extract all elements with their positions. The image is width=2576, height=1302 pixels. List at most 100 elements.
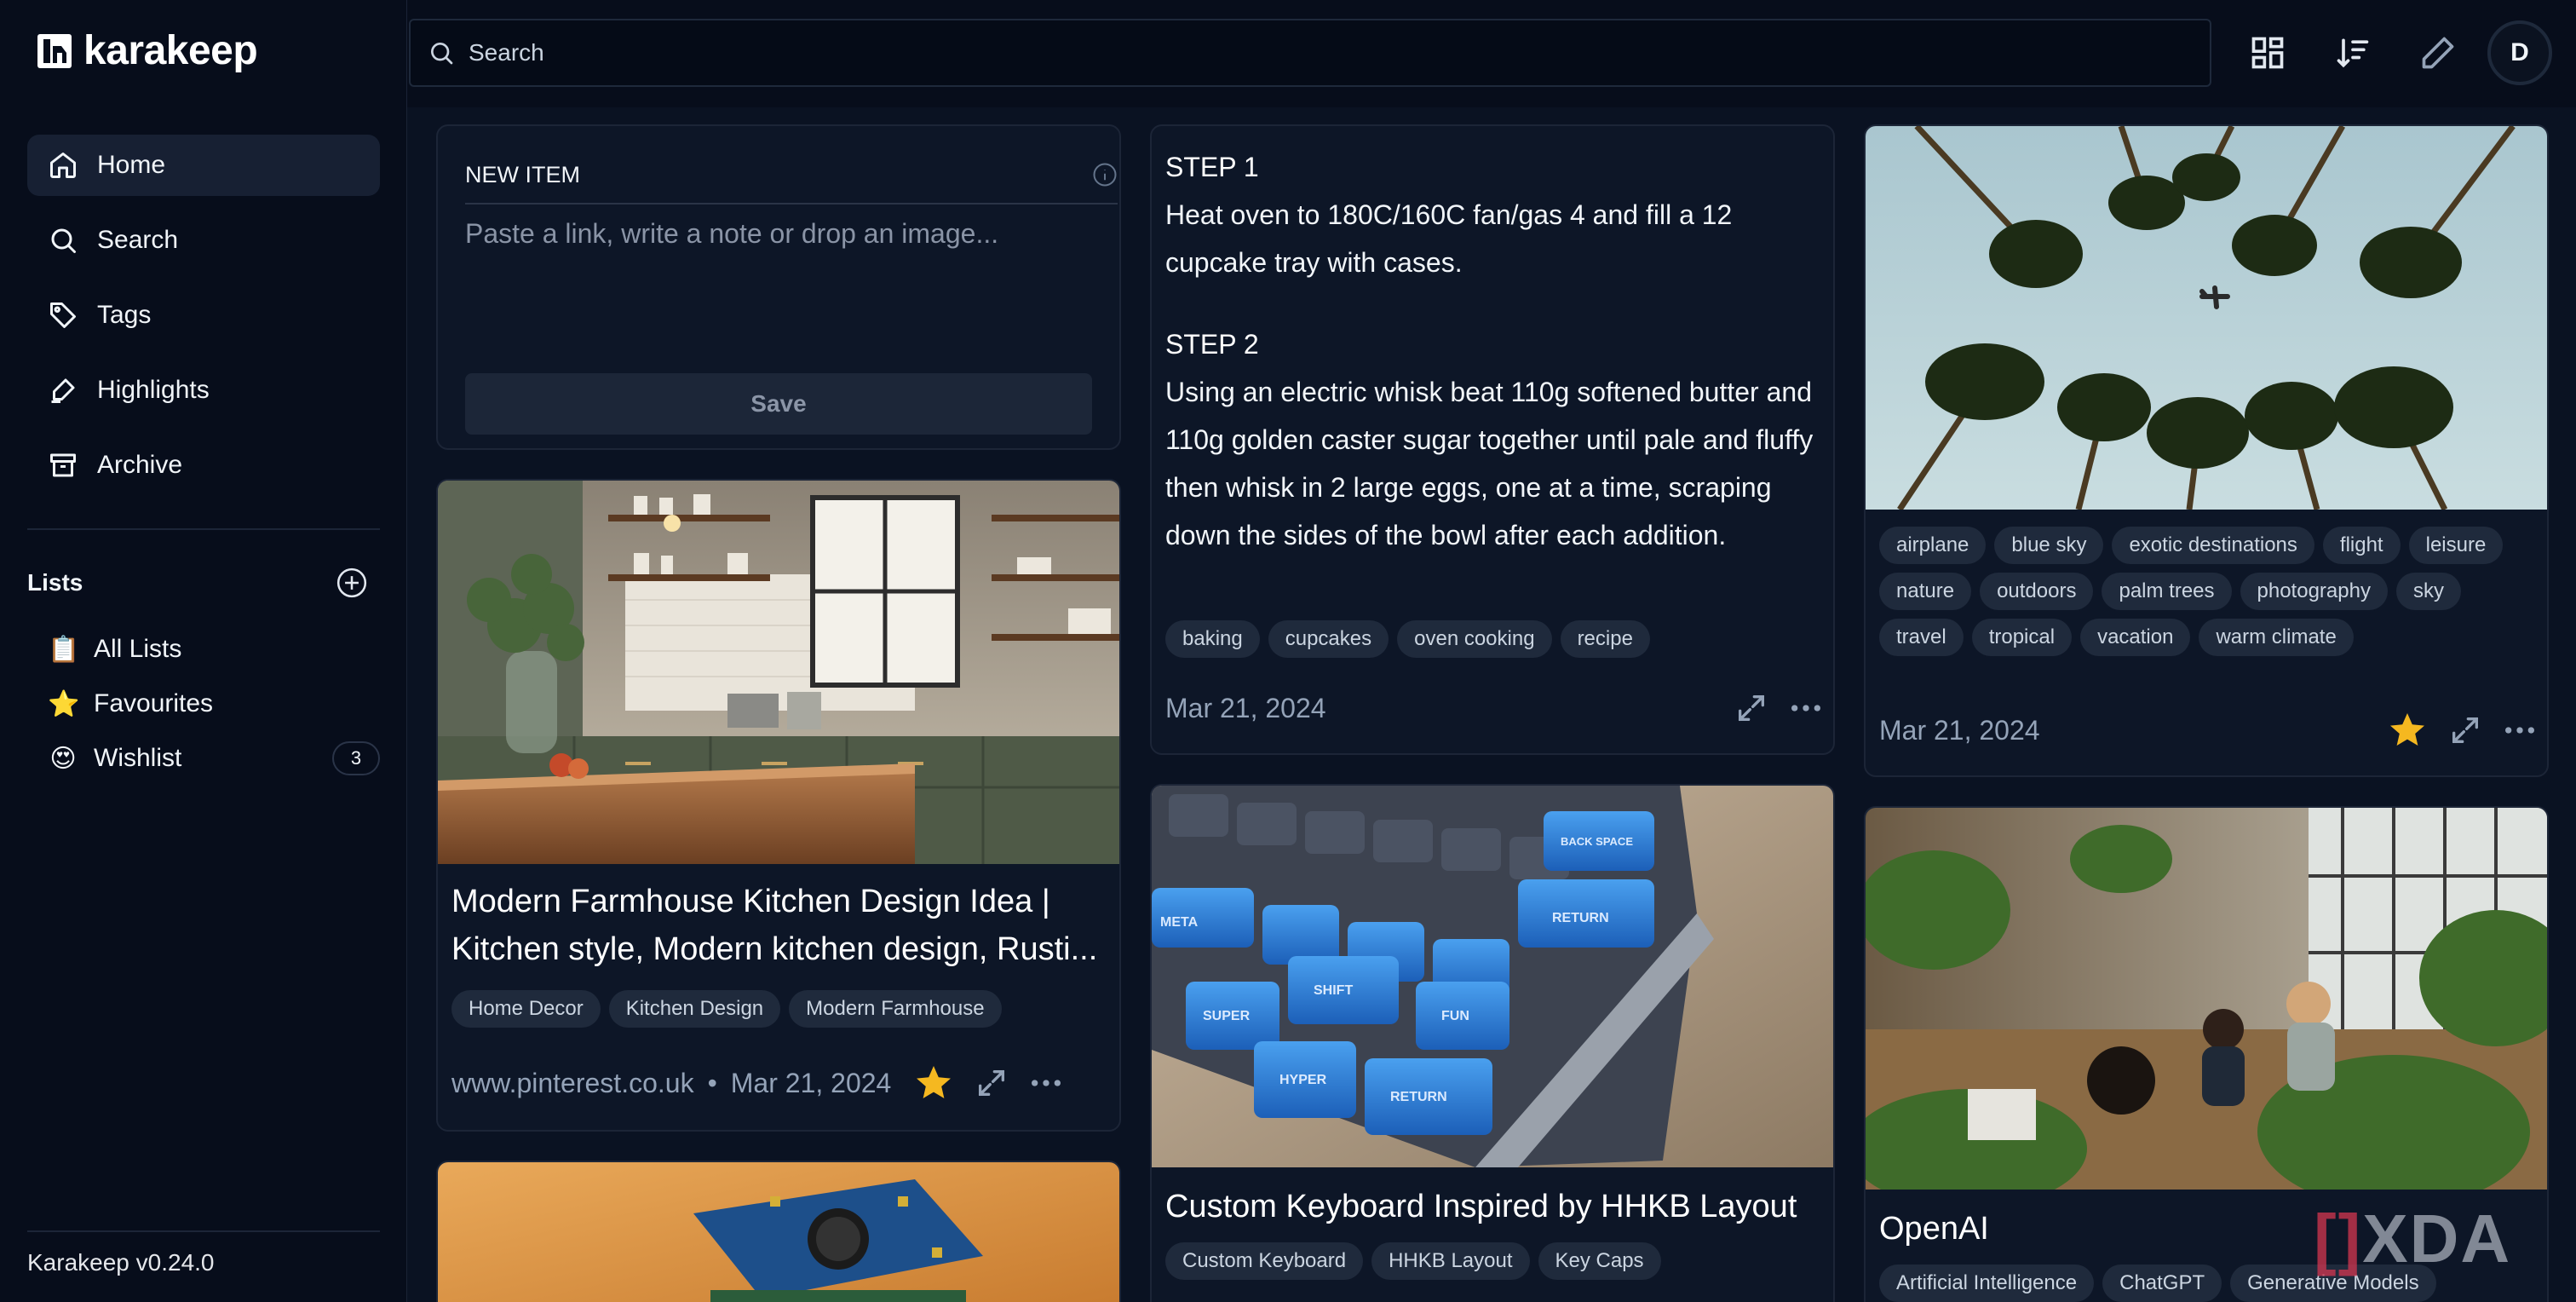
tag-chip[interactable]: Custom Keyboard	[1165, 1242, 1364, 1280]
tag-chip[interactable]: warm climate	[2199, 619, 2354, 656]
tag-chip[interactable]: ChatGPT	[2102, 1265, 2222, 1302]
note-step-heading: STEP 1	[1165, 152, 1259, 182]
tag-chip[interactable]: exotic destinations	[2112, 527, 2314, 564]
tag-chip[interactable]: baking	[1165, 620, 1260, 658]
nav-label: Archive	[97, 451, 183, 479]
search-bar[interactable]	[409, 19, 2211, 87]
tag-icon	[50, 302, 76, 328]
tag-chip[interactable]: Kitchen Design	[608, 990, 781, 1028]
new-item-card: NEW ITEM Save	[436, 124, 1121, 450]
sidebar: karakeep Home Search Tags Highlights Arc…	[0, 0, 407, 1302]
bookmark-card-kitchen[interactable]: Modern Farmhouse Kitchen Design Idea | K…	[436, 479, 1121, 1132]
app-name: karakeep	[83, 28, 258, 73]
kitchen-image	[438, 481, 1119, 864]
list-item-wishlist[interactable]: 😍 Wishlist 3	[48, 731, 380, 786]
more-options-icon[interactable]	[2503, 713, 2537, 747]
tag-chip[interactable]: Home Decor	[451, 990, 601, 1028]
lists-title: Lists	[27, 569, 83, 596]
expand-icon[interactable]	[1734, 691, 1768, 725]
tag-chip[interactable]: HHKB Layout	[1371, 1242, 1530, 1280]
list-label: All Lists	[94, 635, 182, 663]
tag-chip[interactable]: Artificial Intelligence	[1879, 1265, 2095, 1302]
circuit-board-image	[438, 1162, 1119, 1302]
layout-grid-icon[interactable]	[2249, 34, 2286, 72]
nav-item-highlights[interactable]: Highlights	[27, 360, 380, 421]
bookmark-card-palm-trees[interactable]: airplane blue sky exotic destinations fl…	[1864, 124, 2549, 777]
palm-trees-image	[1866, 126, 2547, 510]
note-step-text: Using an electric whisk beat 110g soften…	[1165, 377, 1814, 550]
tag-chip[interactable]: blue sky	[1994, 527, 2104, 564]
clipboard-icon: 📋	[48, 635, 80, 664]
note-content: STEP 1 Heat oven to 180C/160C fan/gas 4 …	[1165, 143, 1823, 559]
new-item-input[interactable]	[465, 218, 1118, 354]
expand-icon[interactable]	[2448, 713, 2482, 747]
nav-item-search[interactable]: Search	[27, 210, 380, 271]
bookmark-card-keyboard[interactable]: RETURN SHIFT FUN HYPER SUPER META RETURN…	[1150, 784, 1835, 1302]
app-logo[interactable]: karakeep	[36, 27, 258, 74]
star-filled-icon[interactable]	[913, 1063, 954, 1103]
home-icon	[50, 153, 76, 178]
tag-chip[interactable]: leisure	[2408, 527, 2504, 564]
tag-chip[interactable]: airplane	[1879, 527, 1987, 564]
nav-label: Search	[97, 226, 179, 254]
keycap-label: SUPER	[1203, 1009, 1251, 1023]
star-icon: ⭐	[48, 689, 80, 718]
tag-chip[interactable]: recipe	[1560, 620, 1650, 658]
main-nav: Home Search Tags Highlights Archive	[27, 135, 380, 510]
list-label: Wishlist	[94, 744, 182, 772]
meta-separator: •	[707, 1067, 717, 1098]
bookmark-card-electronics[interactable]	[436, 1161, 1121, 1302]
karakeep-logo-icon	[37, 33, 72, 68]
tag-chip[interactable]: sky	[2395, 573, 2461, 610]
nav-item-archive[interactable]: Archive	[27, 435, 380, 496]
lists-header: Lists	[27, 564, 368, 602]
save-button[interactable]: Save	[465, 373, 1092, 435]
highlighter-icon	[51, 378, 75, 403]
tag-chip[interactable]: travel	[1879, 619, 1964, 656]
nav-item-home[interactable]: Home	[27, 135, 380, 196]
more-options-icon[interactable]	[1029, 1066, 1063, 1100]
tag-chip[interactable]: Modern Farmhouse	[789, 990, 1002, 1028]
archive-icon	[50, 453, 76, 477]
tag-chip[interactable]: outdoors	[1980, 573, 2094, 610]
tag-chip[interactable]: cupcakes	[1268, 620, 1389, 658]
star-filled-icon[interactable]	[2387, 710, 2428, 751]
tag-chip[interactable]: tropical	[1971, 619, 2073, 656]
tag-chip[interactable]: photography	[2240, 573, 2388, 610]
tag-chip[interactable]: palm trees	[2102, 573, 2232, 610]
keycap-label: HYPER	[1279, 1073, 1327, 1087]
search-input[interactable]	[469, 39, 2087, 66]
bookmark-title[interactable]: Modern Farmhouse Kitchen Design Idea | K…	[451, 878, 1109, 973]
nav-label: Highlights	[97, 376, 210, 404]
sort-icon[interactable]	[2334, 34, 2372, 72]
expand-icon[interactable]	[975, 1066, 1009, 1100]
new-item-title: NEW ITEM	[465, 161, 580, 187]
tag-list: Home Decor Kitchen Design Modern Farmhou…	[451, 990, 1109, 1028]
nav-item-tags[interactable]: Tags	[27, 285, 380, 346]
list-item-favourites[interactable]: ⭐ Favourites	[48, 677, 380, 731]
tag-chip[interactable]: Key Caps	[1538, 1242, 1661, 1280]
tag-list: baking cupcakes oven cooking recipe	[1165, 620, 1823, 658]
pencil-icon[interactable]	[2419, 34, 2457, 72]
bookmark-title[interactable]: Custom Keyboard Inspired by HHKB Layout	[1165, 1183, 1823, 1230]
openai-office-image	[1866, 808, 2547, 1190]
list-item-all-lists[interactable]: 📋 All Lists	[48, 622, 380, 677]
bookmark-card-recipe-note[interactable]: STEP 1 Heat oven to 180C/160C fan/gas 4 …	[1150, 124, 1835, 755]
nav-label: Tags	[97, 301, 152, 329]
nav-label: Home	[97, 151, 166, 179]
tag-chip[interactable]: nature	[1879, 573, 1972, 610]
bookmark-date: Mar 21, 2024	[1165, 692, 1326, 723]
keycap-label: SHIFT	[1314, 983, 1353, 998]
watermark-bracket: []	[2314, 1201, 2363, 1276]
note-step-heading: STEP 2	[1165, 329, 1259, 360]
add-list-icon[interactable]	[336, 567, 368, 599]
tag-chip[interactable]: flight	[2322, 527, 2401, 564]
tag-chip[interactable]: vacation	[2080, 619, 2191, 656]
info-icon[interactable]	[1092, 162, 1118, 187]
user-avatar[interactable]: D	[2487, 20, 2552, 85]
card-footer: Mar 21, 2024	[1879, 709, 2537, 752]
tag-chip[interactable]: oven cooking	[1397, 620, 1552, 658]
more-options-icon[interactable]	[1789, 691, 1823, 725]
xda-watermark: []XDA	[2314, 1200, 2511, 1278]
source-domain[interactable]: www.pinterest.co.uk	[451, 1068, 694, 1099]
